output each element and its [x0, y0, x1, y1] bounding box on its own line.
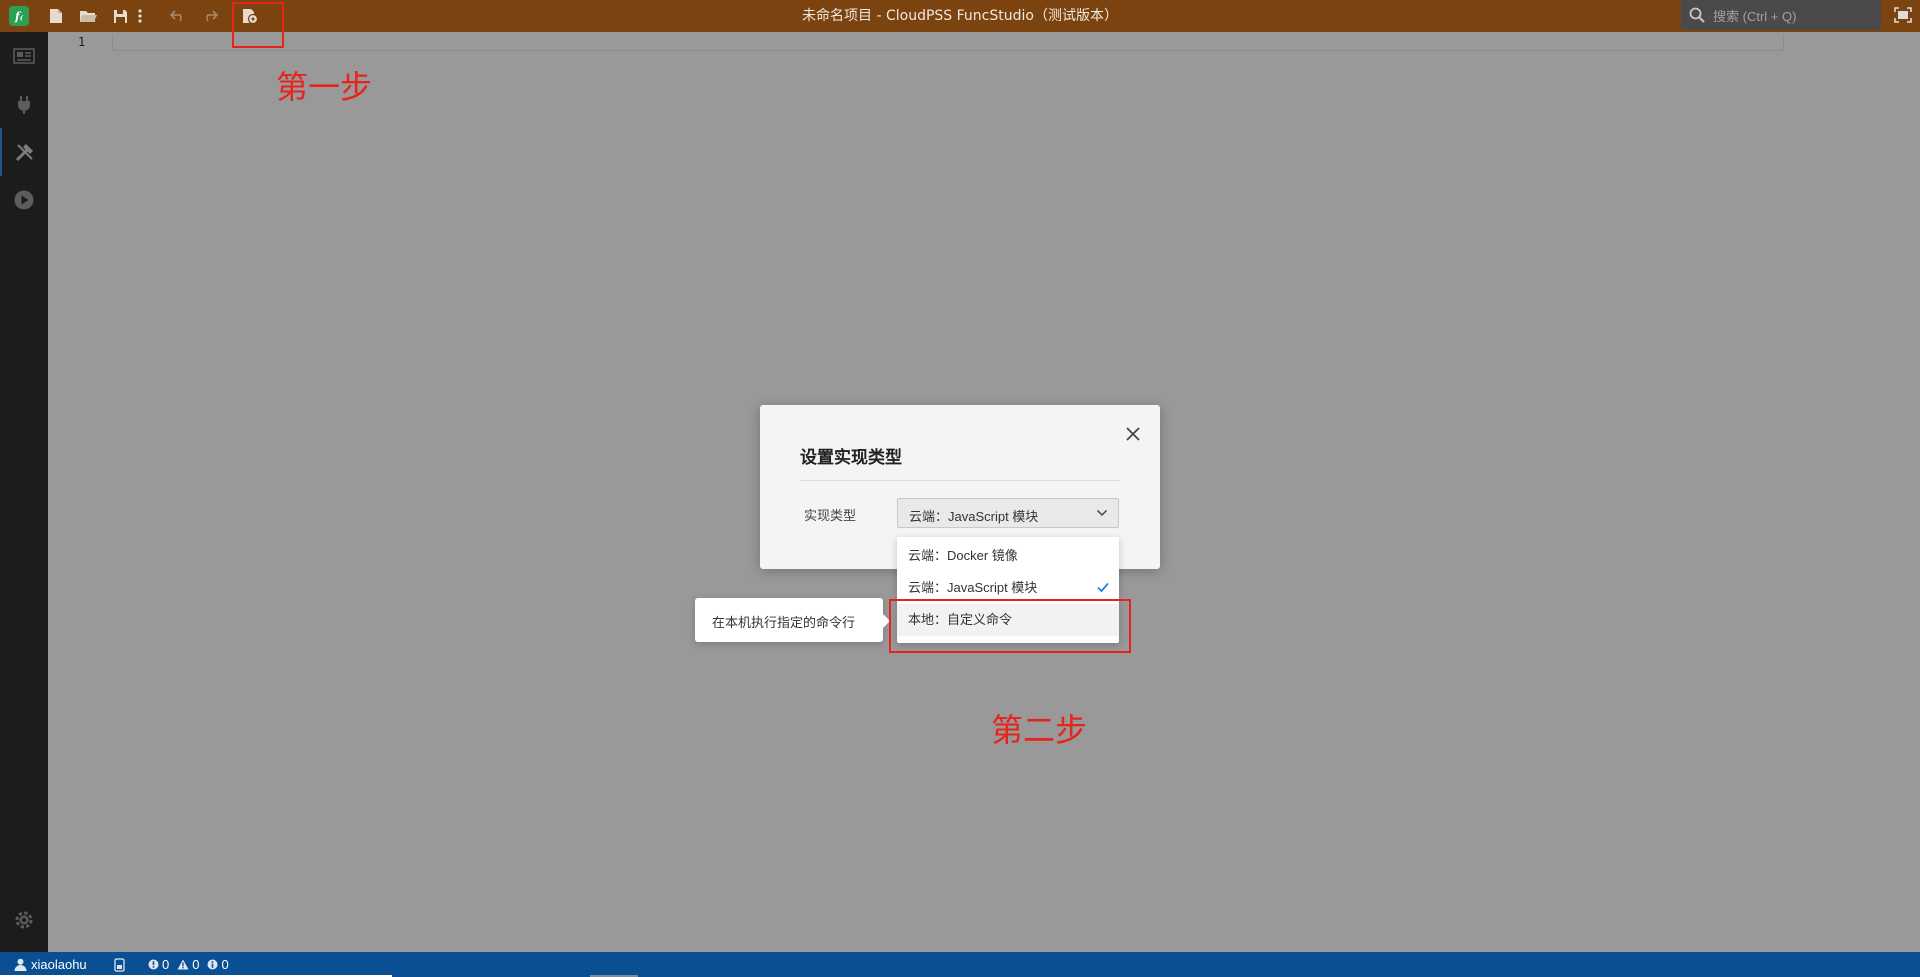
tooltip-text: 在本机执行指定的命令行: [712, 615, 856, 630]
check-icon: [1097, 582, 1109, 593]
redo-icon[interactable]: [199, 5, 221, 27]
title-bar: f₍ 未命名项目 - CloudPSS FuncStudio（测试版本）: [0, 0, 1920, 32]
problems-status[interactable]: 0 0 0: [148, 952, 229, 977]
select-value: 云端：JavaScript 模块: [909, 509, 1039, 524]
error-icon: [148, 959, 159, 970]
step1-label: 第一步: [276, 68, 373, 106]
option-tooltip: 在本机执行指定的命令行: [695, 598, 883, 642]
device-icon[interactable]: [114, 952, 125, 977]
new-file-icon[interactable]: [45, 5, 67, 27]
open-folder-icon[interactable]: [77, 5, 99, 27]
chevron-down-icon: [1096, 509, 1108, 517]
implementation-type-label: 实现类型: [804, 508, 857, 523]
step1-highlight-box: [232, 2, 284, 48]
implementation-type-select[interactable]: 云端：JavaScript 模块: [897, 498, 1119, 528]
option-label: 云端：Docker 镜像: [908, 548, 1018, 563]
window-title: 未命名项目 - CloudPSS FuncStudio（测试版本）: [802, 8, 1118, 24]
user-status[interactable]: xiaolaohu: [14, 952, 87, 977]
layout-toggle-icon[interactable]: [1893, 6, 1913, 28]
warning-count: 0: [192, 957, 200, 972]
close-icon[interactable]: [1122, 423, 1144, 445]
save-icon[interactable]: [109, 5, 131, 27]
status-bar: xiaolaohu 0 0 0: [0, 952, 1920, 977]
app-logo: f₍: [9, 6, 29, 26]
more-icon[interactable]: [134, 5, 146, 27]
dialog-title: 设置实现类型: [800, 448, 902, 467]
step2-highlight-box: [889, 599, 1131, 653]
error-count: 0: [162, 957, 170, 972]
warning-icon: [177, 959, 189, 970]
dialog-divider: [800, 480, 1120, 481]
search-icon: [1689, 7, 1705, 27]
step2-label: 第二步: [991, 711, 1088, 749]
option-label: 云端：JavaScript 模块: [908, 580, 1038, 595]
username: xiaolaohu: [31, 957, 87, 972]
option-docker-image[interactable]: 云端：Docker 镜像: [897, 540, 1119, 572]
info-icon: [207, 959, 218, 970]
info-count: 0: [221, 957, 229, 972]
search-box[interactable]: [1681, 0, 1881, 32]
search-input[interactable]: [1711, 0, 1880, 32]
undo-icon[interactable]: [167, 5, 189, 27]
user-icon: [14, 958, 27, 971]
